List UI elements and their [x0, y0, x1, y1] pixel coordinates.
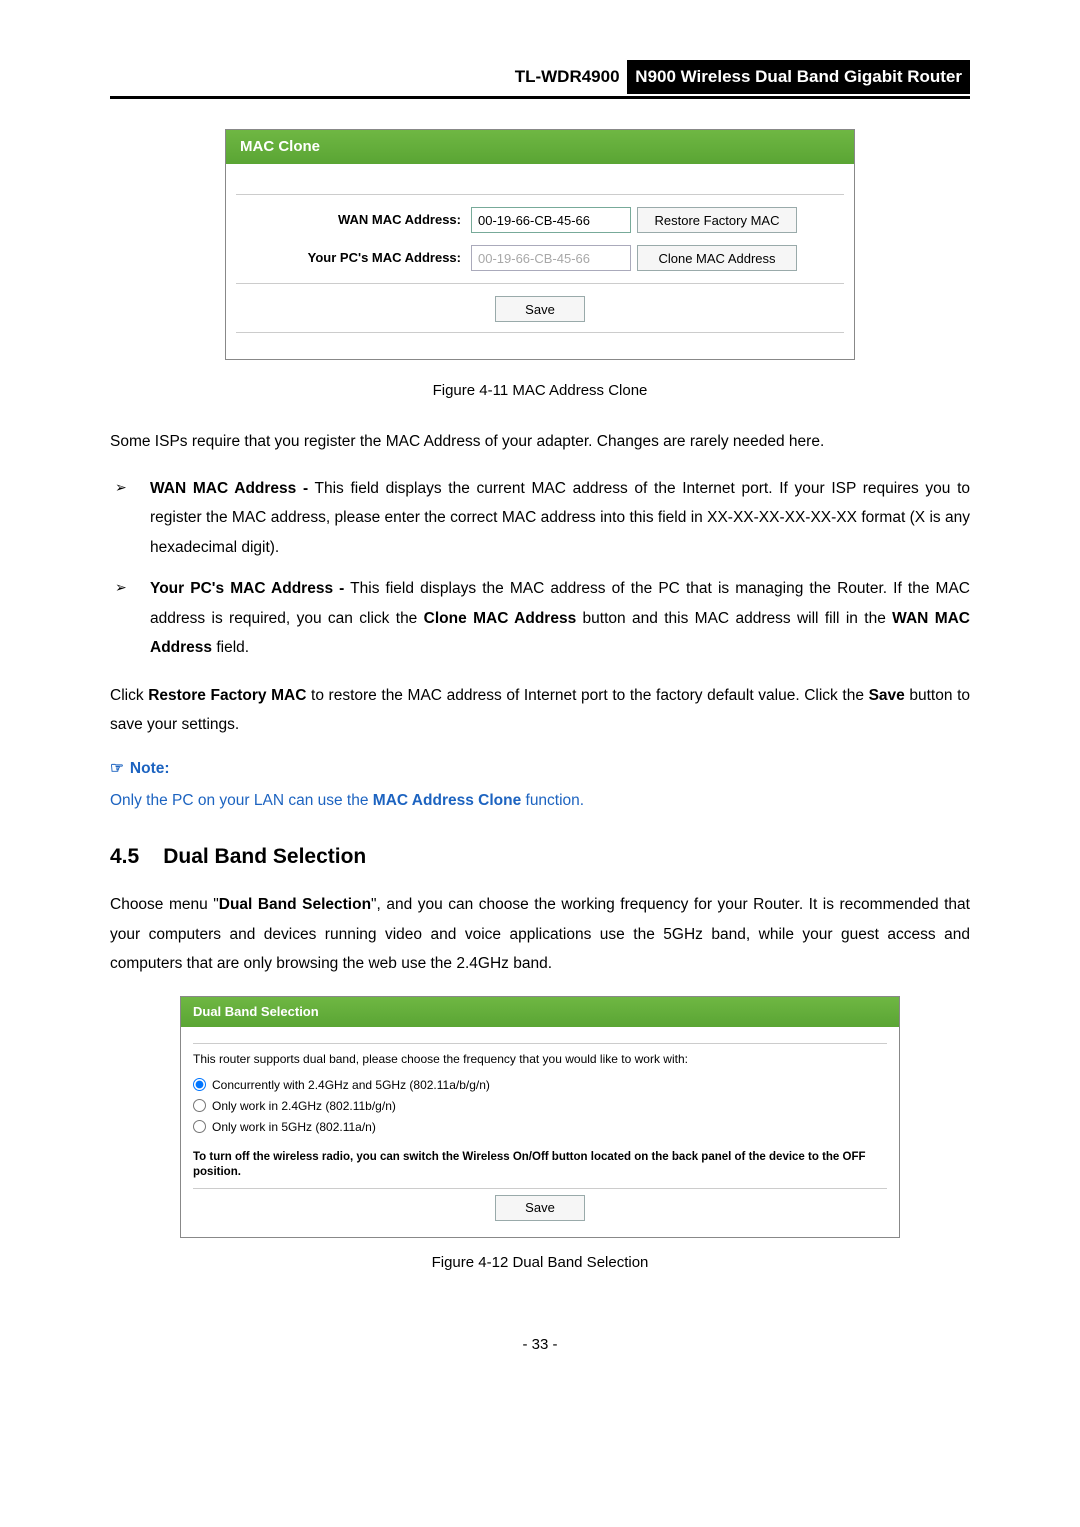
- note-heading: ☞ Note:: [110, 757, 970, 780]
- radio-24ghz-label[interactable]: Only work in 2.4GHz (802.11b/g/n): [212, 1097, 396, 1115]
- page-number: - 33 -: [110, 1334, 970, 1357]
- bullet-text: button and this MAC address will fill in…: [576, 610, 892, 627]
- dual-band-intro: This router supports dual band, please c…: [193, 1050, 887, 1068]
- note-label: Note:: [130, 760, 170, 777]
- text: Choose menu ": [110, 896, 219, 913]
- clone-mac-address-button[interactable]: Clone MAC Address: [637, 245, 797, 271]
- restore-factory-mac-button[interactable]: Restore Factory MAC: [637, 207, 797, 233]
- divider: [236, 194, 844, 195]
- radio-5ghz[interactable]: [193, 1120, 206, 1133]
- section-heading-4-5: 4.5 Dual Band Selection: [110, 841, 970, 873]
- radio-concurrent-label[interactable]: Concurrently with 2.4GHz and 5GHz (802.1…: [212, 1076, 490, 1094]
- divider: [193, 1188, 887, 1189]
- save-button[interactable]: Save: [495, 1195, 585, 1221]
- figure-caption-4-11: Figure 4-11 MAC Address Clone: [110, 380, 970, 403]
- pointing-hand-icon: ☞: [110, 760, 124, 777]
- text: function.: [521, 792, 584, 809]
- dual-band-title: Dual Band Selection: [181, 997, 899, 1027]
- note-body: Only the PC on your LAN can use the MAC …: [110, 787, 970, 815]
- mac-clone-title: MAC Clone: [226, 130, 854, 165]
- pc-mac-input: [471, 245, 631, 271]
- bullet-pc-mac: Your PC's MAC Address - This field displ…: [110, 574, 970, 662]
- divider: [193, 1043, 887, 1044]
- doc-header: TL-WDR4900 N900 Wireless Dual Band Gigab…: [110, 60, 970, 99]
- section-number: 4.5: [110, 841, 139, 873]
- bullet-label: WAN MAC Address -: [150, 480, 308, 497]
- pc-mac-label: Your PC's MAC Address:: [236, 248, 471, 268]
- restore-paragraph: Click Restore Factory MAC to restore the…: [110, 681, 970, 740]
- wireless-off-note: To turn off the wireless radio, you can …: [193, 1150, 887, 1180]
- wan-mac-label: WAN MAC Address:: [236, 210, 471, 230]
- dual-band-panel: Dual Band Selection This router supports…: [180, 996, 900, 1237]
- divider: [236, 332, 844, 333]
- inline-bold: Dual Band Selection: [219, 896, 371, 913]
- divider: [236, 283, 844, 284]
- radio-5ghz-label[interactable]: Only work in 5GHz (802.11a/n): [212, 1118, 376, 1136]
- bullet-label: Your PC's MAC Address -: [150, 580, 344, 597]
- mac-clone-panel: MAC Clone WAN MAC Address: Restore Facto…: [225, 129, 855, 361]
- radio-concurrent[interactable]: [193, 1078, 206, 1091]
- inline-bold: Restore Factory MAC: [148, 687, 306, 704]
- section-intro: Choose menu "Dual Band Selection", and y…: [110, 890, 970, 978]
- inline-bold: Save: [869, 687, 905, 704]
- bullet-wan-mac: WAN MAC Address - This field displays th…: [110, 474, 970, 562]
- radio-24ghz[interactable]: [193, 1099, 206, 1112]
- save-button[interactable]: Save: [495, 296, 585, 322]
- section-title: Dual Band Selection: [163, 841, 366, 873]
- text: Only the PC on your LAN can use the: [110, 792, 373, 809]
- intro-paragraph: Some ISPs require that you register the …: [110, 427, 970, 456]
- inline-bold: Clone MAC Address: [424, 610, 577, 627]
- text: to restore the MAC address of Internet p…: [306, 687, 868, 704]
- inline-bold: MAC Address Clone: [373, 792, 521, 809]
- model-subtitle: N900 Wireless Dual Band Gigabit Router: [627, 60, 970, 94]
- text: Click: [110, 687, 148, 704]
- wan-mac-input[interactable]: [471, 207, 631, 233]
- bullet-text: field.: [212, 639, 249, 656]
- figure-caption-4-12: Figure 4-12 Dual Band Selection: [110, 1252, 970, 1275]
- model-label: TL-WDR4900: [515, 67, 620, 86]
